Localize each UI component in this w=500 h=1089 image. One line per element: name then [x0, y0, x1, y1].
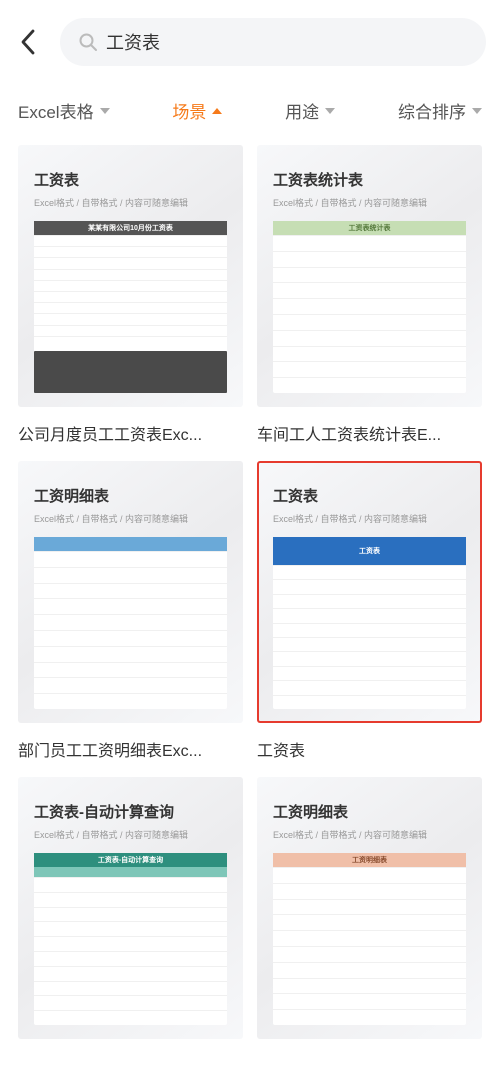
template-card[interactable]: 工资明细表 Excel格式 / 自带格式 / 内容可随意编辑部门员工工资明细表Ex… [18, 461, 243, 759]
spreadsheet-preview [34, 537, 227, 709]
preview-rows [273, 565, 466, 709]
filter-bar: Excel表格 场景 用途 综合排序 [0, 84, 500, 145]
filter-use[interactable]: 用途 [285, 98, 335, 123]
template-thumbnail: 工资表 Excel格式 / 自带格式 / 内容可随意编辑某某有限公司10月份工资表 [18, 145, 243, 407]
template-card[interactable]: 工资表-自动计算查询Excel格式 / 自带格式 / 内容可随意编辑工资表-自动… [18, 777, 243, 1075]
search-icon [78, 32, 98, 52]
filter-format[interactable]: Excel表格 [18, 98, 110, 123]
preview-rows [273, 235, 466, 393]
spreadsheet-preview: 工资表 [273, 537, 466, 709]
spreadsheet-preview: 工资表-自动计算查询 [34, 853, 227, 1025]
preview-rows [34, 551, 227, 709]
filter-sort[interactable]: 综合排序 [398, 98, 482, 123]
filter-label: Excel表格 [18, 98, 94, 123]
thumbnail-title: 工资明细表 [273, 801, 466, 822]
filter-label: 用途 [285, 98, 319, 123]
preview-header: 工资表-自动计算查询 [34, 853, 227, 867]
filter-label: 场景 [172, 98, 206, 123]
template-grid: 工资表Excel格式 / 自带格式 / 内容可随意编辑某某有限公司10月份工资表… [0, 145, 500, 1075]
preview-rows [34, 877, 227, 1025]
thumbnail-title: 工资明细表 [34, 485, 227, 506]
template-thumbnail: 工资表-自动计算查询Excel格式 / 自带格式 / 内容可随意编辑工资表-自动… [18, 777, 243, 1039]
top-bar [0, 0, 500, 84]
thumbnail-title: 工资表 [34, 169, 227, 190]
thumbnail-title: 工资表统计表 [273, 169, 466, 190]
filter-scene[interactable]: 场景 [172, 98, 222, 123]
filter-label: 综合排序 [398, 98, 466, 123]
preview-chart [34, 351, 227, 393]
preview-header [34, 537, 227, 551]
template-thumbnail: 工资明细表Excel格式 / 自带格式 / 内容可随意编辑工资明细表 [257, 777, 482, 1039]
template-caption [257, 1053, 482, 1075]
thumbnail-meta: Excel格式 / 自带格式 / 内容可随意编辑 [34, 196, 227, 209]
thumbnail-title: 工资表-自动计算查询 [34, 801, 227, 822]
back-button[interactable] [10, 24, 46, 60]
preview-rows [34, 235, 227, 347]
template-card[interactable]: 工资表Excel格式 / 自带格式 / 内容可随意编辑工资表工资表 [257, 461, 482, 759]
thumbnail-meta: Excel格式 / 自带格式 / 内容可随意编辑 [273, 828, 466, 841]
template-caption: 部门员工工资明细表Exc... [18, 737, 243, 759]
chevron-down-icon [325, 108, 335, 114]
template-caption [18, 1053, 243, 1075]
search-input[interactable] [106, 32, 468, 53]
preview-header: 工资表统计表 [273, 221, 466, 235]
chevron-up-icon [212, 108, 222, 114]
template-card[interactable]: 工资明细表Excel格式 / 自带格式 / 内容可随意编辑工资明细表 [257, 777, 482, 1075]
spreadsheet-preview: 工资明细表 [273, 853, 466, 1025]
thumbnail-meta: Excel格式 / 自带格式 / 内容可随意编辑 [34, 828, 227, 841]
thumbnail-meta: Excel格式 / 自带格式 / 内容可随意编辑 [273, 196, 466, 209]
preview-subheader [34, 867, 227, 877]
thumbnail-title: 工资表 [273, 485, 466, 506]
template-card[interactable]: 工资表 Excel格式 / 自带格式 / 内容可随意编辑某某有限公司10月份工资表… [18, 145, 243, 443]
spreadsheet-preview: 某某有限公司10月份工资表 [34, 221, 227, 393]
template-thumbnail: 工资表统计表Excel格式 / 自带格式 / 内容可随意编辑工资表统计表 [257, 145, 482, 407]
spreadsheet-preview: 工资表统计表 [273, 221, 466, 393]
thumbnail-meta: Excel格式 / 自带格式 / 内容可随意编辑 [34, 512, 227, 525]
template-caption: 车间工人工资表统计表E... [257, 421, 482, 443]
template-caption: 公司月度员工工资表Exc... [18, 421, 243, 443]
chevron-down-icon [100, 108, 110, 114]
template-caption: 工资表 [257, 737, 482, 759]
preview-header: 某某有限公司10月份工资表 [34, 221, 227, 235]
preview-header: 工资表 [273, 537, 466, 565]
template-thumbnail: 工资表Excel格式 / 自带格式 / 内容可随意编辑工资表 [257, 461, 482, 723]
template-card[interactable]: 工资表统计表Excel格式 / 自带格式 / 内容可随意编辑工资表统计表车间工人… [257, 145, 482, 443]
search-box[interactable] [60, 18, 486, 66]
template-thumbnail: 工资明细表 Excel格式 / 自带格式 / 内容可随意编辑 [18, 461, 243, 723]
thumbnail-meta: Excel格式 / 自带格式 / 内容可随意编辑 [273, 512, 466, 525]
chevron-down-icon [472, 108, 482, 114]
preview-rows [273, 867, 466, 1025]
chevron-left-icon [20, 29, 36, 55]
preview-header: 工资明细表 [273, 853, 466, 867]
